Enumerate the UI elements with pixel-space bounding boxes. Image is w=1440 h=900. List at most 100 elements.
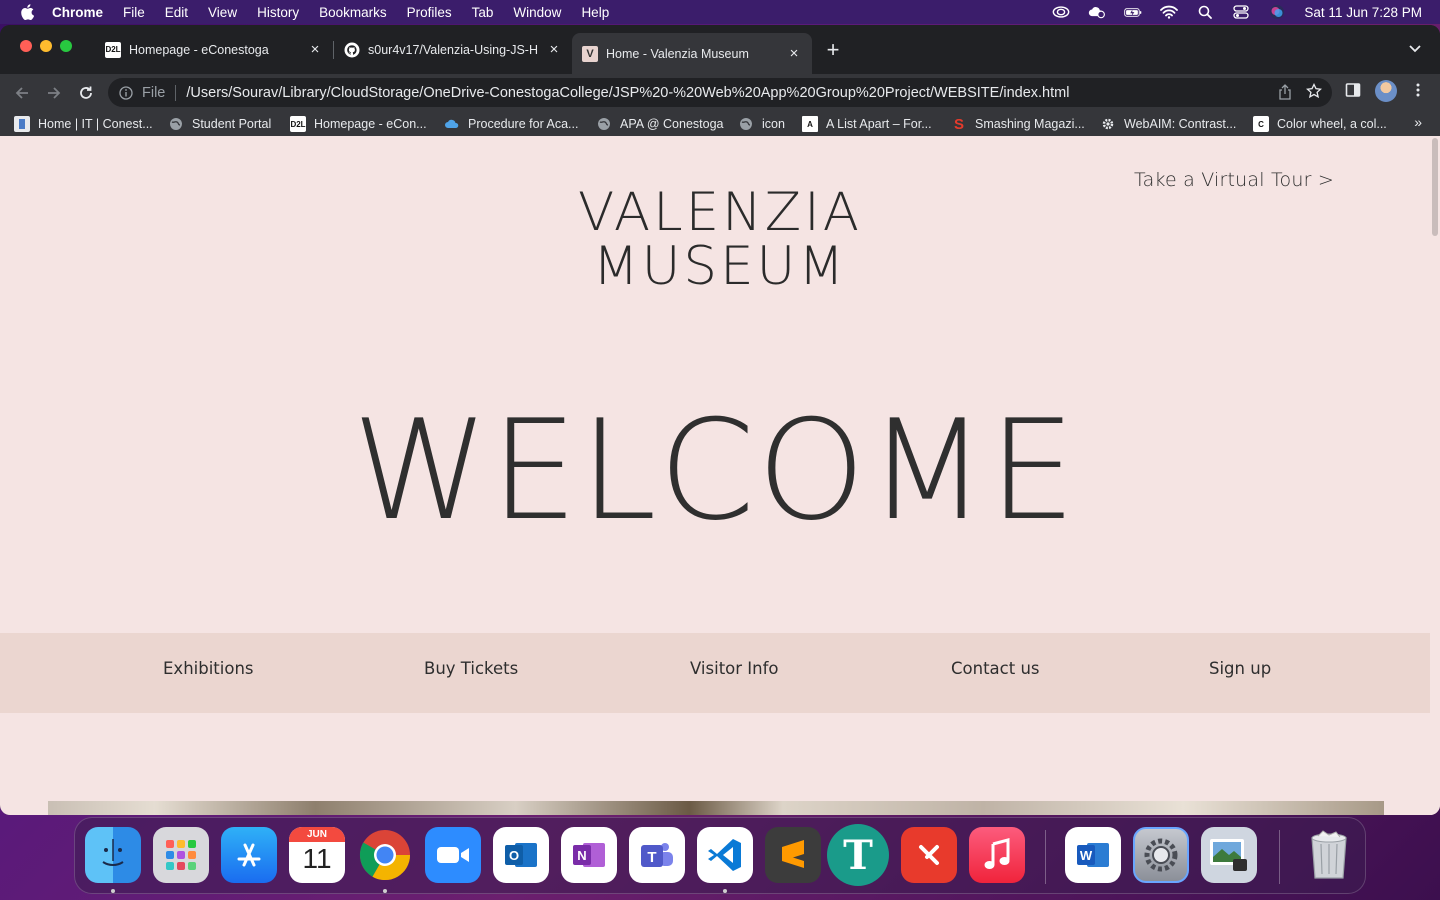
bookmark-label: Procedure for Aca... <box>468 117 579 131</box>
bookmark-item[interactable]: icon <box>738 115 785 133</box>
wifi-icon[interactable] <box>1160 5 1179 19</box>
minimize-window-button[interactable] <box>40 40 52 52</box>
museum-logo[interactable]: VALENZIA MUSEUM <box>560 186 880 294</box>
forward-arrow-icon[interactable] <box>44 83 64 103</box>
preview-icon[interactable] <box>1201 827 1257 883</box>
site-info-icon[interactable] <box>118 85 134 101</box>
creative-cloud-icon[interactable] <box>1052 5 1070 19</box>
vscode-icon[interactable] <box>697 827 753 883</box>
more-bookmarks-chevron-icon[interactable]: » <box>1414 114 1422 130</box>
menu-help[interactable]: Help <box>581 5 609 20</box>
reload-icon[interactable] <box>76 83 96 103</box>
smashing-magazine-icon: S <box>953 115 964 133</box>
app-store-icon[interactable] <box>221 827 277 883</box>
apple-menu-icon[interactable] <box>14 4 40 20</box>
tab-valenzia-museum[interactable]: V Home - Valenzia Museum × <box>572 33 812 74</box>
nav-sign-up[interactable]: Sign up <box>1209 659 1271 678</box>
main-nav: Exhibitions Buy Tickets Visitor Info Con… <box>0 633 1432 713</box>
svg-text:N: N <box>577 848 586 863</box>
running-indicator <box>383 889 387 893</box>
bookmark-label: icon <box>762 117 785 131</box>
bookmark-label: Smashing Magazi... <box>975 117 1085 131</box>
menu-tab[interactable]: Tab <box>472 5 494 20</box>
menu-view[interactable]: View <box>208 5 237 20</box>
nav-buy-tickets[interactable]: Buy Tickets <box>424 659 518 678</box>
onenote-icon[interactable]: N <box>561 827 617 883</box>
menu-history[interactable]: History <box>257 5 299 20</box>
close-tab-icon[interactable]: × <box>786 45 802 62</box>
virtual-tour-link[interactable]: Take a Virtual Tour > <box>1134 169 1334 191</box>
bookmark-label: Home | IT | Conest... <box>38 117 153 131</box>
menu-file[interactable]: File <box>123 5 145 20</box>
tab-strip: D2L Homepage - eConestoga × s0ur4v17/Val… <box>0 25 1440 74</box>
control-center-icon[interactable] <box>1232 5 1250 19</box>
bookmark-item[interactable]: S Smashing Magazi... <box>951 115 1085 133</box>
typora-icon[interactable]: T <box>827 824 889 886</box>
menu-window[interactable]: Window <box>513 5 561 20</box>
new-tab-icon[interactable]: + <box>823 37 843 62</box>
close-tab-icon[interactable]: × <box>546 41 562 58</box>
tab-econestoga[interactable]: D2L Homepage - eConestoga × <box>95 33 333 66</box>
trash-icon[interactable] <box>1301 827 1357 883</box>
macos-dock: JUN 11 O N T T W <box>74 817 1366 894</box>
launchpad-icon[interactable] <box>153 827 209 883</box>
system-preferences-gear-icon[interactable] <box>1133 827 1189 883</box>
github-icon <box>344 42 360 58</box>
close-tab-icon[interactable]: × <box>307 41 323 58</box>
kebab-menu-icon[interactable] <box>1410 82 1426 98</box>
menu-profiles[interactable]: Profiles <box>407 5 452 20</box>
nav-contact-us[interactable]: Contact us <box>951 659 1040 678</box>
share-icon[interactable] <box>1278 84 1292 104</box>
page-scrollbar[interactable] <box>1430 136 1440 815</box>
bookmark-item[interactable]: Procedure for Aca... <box>444 115 578 133</box>
side-panel-icon[interactable] <box>1345 82 1361 98</box>
bookmark-item[interactable]: C Color wheel, a col... <box>1253 115 1387 133</box>
scrollbar-thumb[interactable] <box>1432 138 1438 236</box>
zoom-icon[interactable] <box>425 827 481 883</box>
onedrive-cloud-icon <box>444 116 460 132</box>
logo-line-2: MUSEUM <box>592 236 848 297</box>
bookmark-item[interactable]: D2L Homepage - eCon... <box>290 115 427 133</box>
nav-visitor-info[interactable]: Visitor Info <box>690 659 779 678</box>
a-list-apart-icon: A <box>802 116 818 132</box>
bookmark-item[interactable]: A A List Apart – For... <box>802 115 932 133</box>
siri-icon[interactable] <box>1268 5 1286 19</box>
battery-icon[interactable] <box>1124 5 1142 19</box>
url-text[interactable]: /Users/Sourav/Library/CloudStorage/OneDr… <box>186 85 1069 101</box>
bookmark-label: Homepage - eCon... <box>314 117 427 131</box>
bookmark-item[interactable]: Student Portal <box>168 115 271 133</box>
tab-title: Homepage - eConestoga <box>129 42 269 57</box>
close-window-button[interactable] <box>20 40 32 52</box>
teams-icon[interactable]: T <box>629 827 685 883</box>
menu-app-name[interactable]: Chrome <box>52 5 103 20</box>
svg-text:W: W <box>1080 848 1093 863</box>
tab-search-chevron-icon[interactable] <box>1406 40 1424 58</box>
sublime-text-icon[interactable] <box>765 827 821 883</box>
cloud-sync-icon[interactable] <box>1088 5 1106 19</box>
calendar-icon[interactable]: JUN 11 <box>289 827 345 883</box>
fullscreen-window-button[interactable] <box>60 40 72 52</box>
spotlight-search-icon[interactable] <box>1196 5 1214 19</box>
nav-exhibitions[interactable]: Exhibitions <box>163 659 254 678</box>
bookmark-item[interactable]: Home | IT | Conest... <box>14 115 153 133</box>
window-controls <box>20 40 72 52</box>
remote-desktop-icon[interactable] <box>901 827 957 883</box>
color-wheel-icon: C <box>1253 116 1269 132</box>
menu-bookmarks[interactable]: Bookmarks <box>319 5 387 20</box>
logo-line-1: VALENZIA <box>578 182 862 243</box>
menu-edit[interactable]: Edit <box>165 5 188 20</box>
chrome-icon[interactable] <box>357 827 413 883</box>
word-icon[interactable]: W <box>1065 827 1121 883</box>
address-bar[interactable]: File /Users/Sourav/Library/CloudStorage/… <box>108 78 1332 107</box>
outlook-icon[interactable]: O <box>493 827 549 883</box>
back-arrow-icon[interactable] <box>12 83 32 103</box>
bookmark-item[interactable]: APA @ Conestoga <box>596 115 724 133</box>
tab-github[interactable]: s0ur4v17/Valenzia-Using-JS-H × <box>334 33 572 66</box>
profile-avatar[interactable] <box>1375 80 1397 102</box>
bookmark-item[interactable]: WebAIM: Contrast... <box>1100 115 1236 133</box>
music-icon[interactable] <box>969 827 1025 883</box>
finder-icon[interactable] <box>85 827 141 883</box>
bookmark-star-icon[interactable] <box>1306 82 1322 103</box>
menubar-clock[interactable]: Sat 11 Jun 7:28 PM <box>1304 5 1422 20</box>
tab-title: Home - Valenzia Museum <box>606 46 749 61</box>
